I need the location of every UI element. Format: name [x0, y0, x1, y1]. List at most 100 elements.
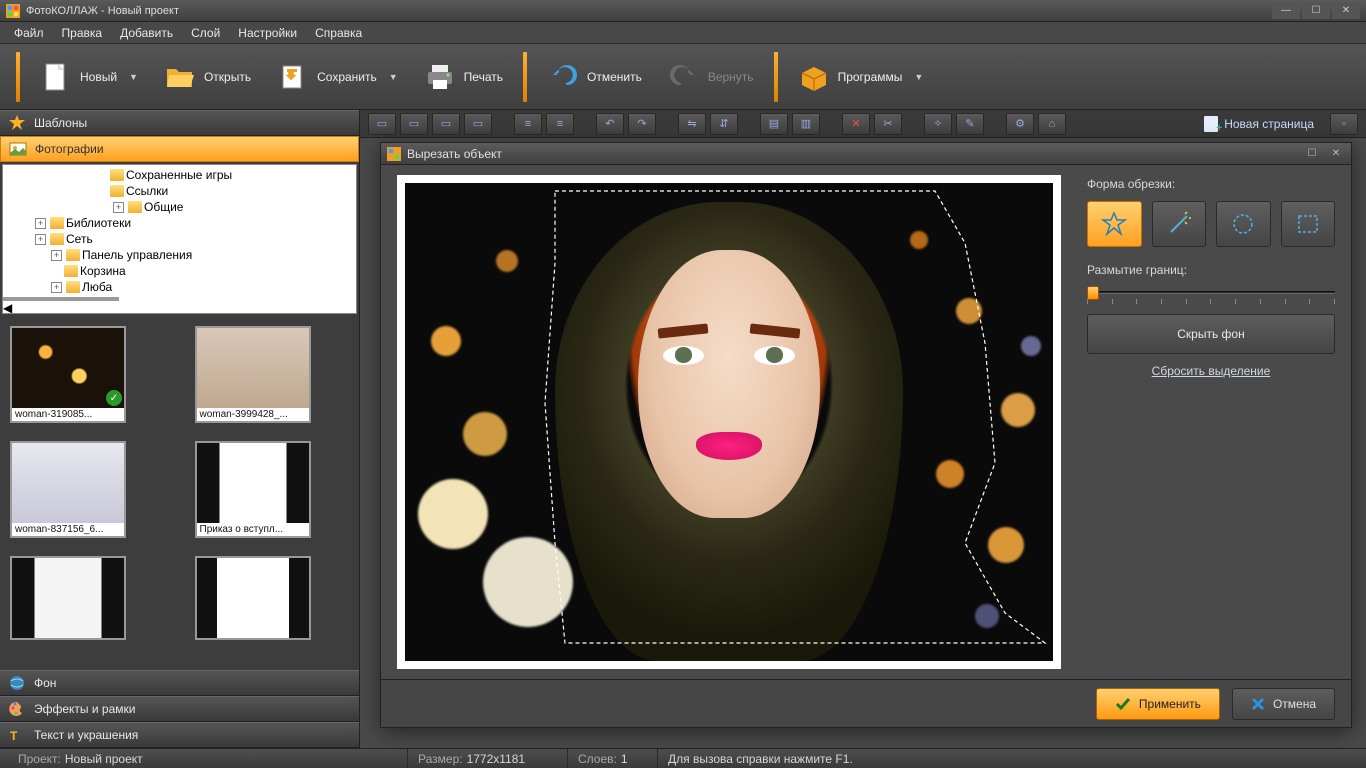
expand-icon[interactable]: +: [113, 202, 124, 213]
shape-ellipse-button[interactable]: [1216, 201, 1271, 247]
shape-freehand-button[interactable]: [1087, 201, 1142, 247]
dialog-close-button[interactable]: ✕: [1327, 147, 1345, 161]
status-help: Для вызова справки нажмите F1.: [668, 752, 853, 766]
menu-layer[interactable]: Слой: [183, 23, 228, 43]
shape-rect-button[interactable]: [1281, 201, 1336, 247]
tree-item[interactable]: Ссылки: [7, 183, 352, 199]
blur-slider[interactable]: [1087, 287, 1335, 304]
tool-icon[interactable]: ▭: [400, 113, 428, 135]
dialog-maximize-button[interactable]: ☐: [1303, 147, 1321, 161]
apply-button[interactable]: Применить: [1096, 688, 1220, 720]
tool-icon[interactable]: ▭: [432, 113, 460, 135]
canvas-image[interactable]: [405, 183, 1053, 661]
menu-add[interactable]: Добавить: [112, 23, 181, 43]
tool-icon[interactable]: ▭: [368, 113, 396, 135]
hide-background-button[interactable]: Скрыть фон: [1087, 314, 1335, 354]
window-titlebar: ФотоКОЛЛАЖ - Новый проект — ☐ ✕: [0, 0, 1366, 22]
layer-icon[interactable]: ▤: [760, 113, 788, 135]
expand-icon[interactable]: +: [51, 282, 62, 293]
thumbnail[interactable]: [195, 556, 311, 640]
thumbnail-grid: ✓woman-319085... woman-3999428_... woman-8…: [0, 316, 359, 670]
globe-icon: [8, 674, 26, 692]
print-button[interactable]: Печать: [414, 52, 513, 102]
printer-icon: [424, 61, 456, 93]
tree-item[interactable]: + Сеть: [7, 231, 352, 247]
thumbnail-caption: Приказ о вступл...: [197, 523, 309, 536]
tree-item[interactable]: + Библиотеки: [7, 215, 352, 231]
gear-icon[interactable]: ⚙: [1006, 113, 1034, 135]
align-icon[interactable]: ≡: [514, 113, 542, 135]
flip-v-icon[interactable]: ⇵: [710, 113, 738, 135]
tool-icon[interactable]: ✎: [956, 113, 984, 135]
main-toolbar: Новый ▼ Открыть Сохранить ▼ Печать Отмен…: [0, 44, 1366, 110]
panel-text[interactable]: T Текст и украшения: [0, 722, 359, 748]
programs-button[interactable]: Программы ▼: [788, 52, 934, 102]
folder-icon: [64, 265, 78, 277]
thumbnail[interactable]: Приказ о вступл...: [195, 441, 311, 538]
window-title: ФотоКОЛЛАЖ - Новый проект: [26, 5, 179, 17]
menu-file[interactable]: Файл: [6, 23, 52, 43]
tree-item[interactable]: + Общие: [7, 199, 352, 215]
rotate-right-icon[interactable]: ↷: [628, 113, 656, 135]
expand-icon[interactable]: +: [51, 250, 62, 261]
folder-icon: [110, 169, 124, 181]
save-button[interactable]: Сохранить ▼: [267, 52, 408, 102]
shape-wand-button[interactable]: [1152, 201, 1207, 247]
tool-icon[interactable]: ⌂: [1038, 113, 1066, 135]
folder-icon: [66, 281, 80, 293]
tool-icon[interactable]: ▭: [464, 113, 492, 135]
slider-thumb[interactable]: [1087, 286, 1099, 300]
close-button[interactable]: ✕: [1332, 3, 1360, 19]
thumbnail[interactable]: woman-837156_6...: [10, 441, 126, 538]
menu-edit[interactable]: Правка: [54, 23, 111, 43]
thumbnail[interactable]: ✓woman-319085...: [10, 326, 126, 423]
thumbnail-caption: woman-319085...: [12, 408, 124, 421]
canvas-frame: [397, 175, 1061, 669]
menu-bar: Файл Правка Добавить Слой Настройки Спра…: [0, 22, 1366, 44]
layer-icon[interactable]: ▥: [792, 113, 820, 135]
open-button[interactable]: Открыть: [154, 52, 261, 102]
new-page-button[interactable]: Новая страница: [1198, 116, 1320, 132]
tool-icon[interactable]: ✧: [924, 113, 952, 135]
folder-tree[interactable]: Сохраненные игры Ссылки+ Общие+ Библиоте…: [2, 164, 357, 314]
palette-icon: [8, 700, 26, 718]
tree-item[interactable]: Сохраненные игры: [7, 167, 352, 183]
shape-label: Форма обрезки:: [1087, 177, 1335, 191]
panel-photos[interactable]: Фотографии: [0, 136, 359, 162]
workspace: ▭ ▭ ▭ ▭ ≡ ≡ ↶ ↷ ⇋ ⇵ ▤ ▥ ✕ ✂ ✧ ✎ ⚙ ⌂: [360, 110, 1366, 748]
expand-icon[interactable]: +: [35, 234, 46, 245]
new-button[interactable]: Новый ▼: [30, 52, 148, 102]
page-icon[interactable]: ▫: [1330, 113, 1358, 135]
thumbnail[interactable]: woman-3999428_...: [195, 326, 311, 423]
dialog-footer: Применить Отмена: [381, 679, 1351, 727]
cancel-button[interactable]: Отмена: [1232, 688, 1335, 720]
crop-icon[interactable]: ✂: [874, 113, 902, 135]
status-size: 1772x1181: [467, 752, 526, 766]
tree-item[interactable]: + Панель управления: [7, 247, 352, 263]
close-icon: [1251, 697, 1265, 711]
thumbnail[interactable]: [10, 556, 126, 640]
tree-item[interactable]: Корзина: [7, 263, 352, 279]
menu-settings[interactable]: Настройки: [230, 23, 305, 43]
reset-selection-link[interactable]: Сбросить выделение: [1087, 364, 1335, 378]
scroll-left-icon[interactable]: ◀: [3, 301, 356, 314]
panel-effects[interactable]: Эффекты и рамки: [0, 696, 359, 722]
chevron-down-icon: ▼: [914, 72, 923, 82]
status-project: Новый проект: [65, 752, 143, 766]
align-icon[interactable]: ≡: [546, 113, 574, 135]
minimize-button[interactable]: —: [1272, 3, 1300, 19]
chevron-down-icon: ▼: [389, 72, 398, 82]
redo-button[interactable]: Вернуть: [658, 52, 764, 102]
selection-outline: [405, 183, 1053, 661]
delete-icon[interactable]: ✕: [842, 113, 870, 135]
flip-h-icon[interactable]: ⇋: [678, 113, 706, 135]
menu-help[interactable]: Справка: [307, 23, 370, 43]
expand-icon[interactable]: +: [35, 218, 46, 229]
panel-templates[interactable]: Шаблоны: [0, 110, 359, 136]
panel-background[interactable]: Фон: [0, 670, 359, 696]
tree-item[interactable]: + Люба: [7, 279, 352, 295]
undo-button[interactable]: Отменить: [537, 52, 652, 102]
rotate-left-icon[interactable]: ↶: [596, 113, 624, 135]
maximize-button[interactable]: ☐: [1302, 3, 1330, 19]
status-bar: Проект: Новый проект Размер: 1772x1181 С…: [0, 748, 1366, 768]
